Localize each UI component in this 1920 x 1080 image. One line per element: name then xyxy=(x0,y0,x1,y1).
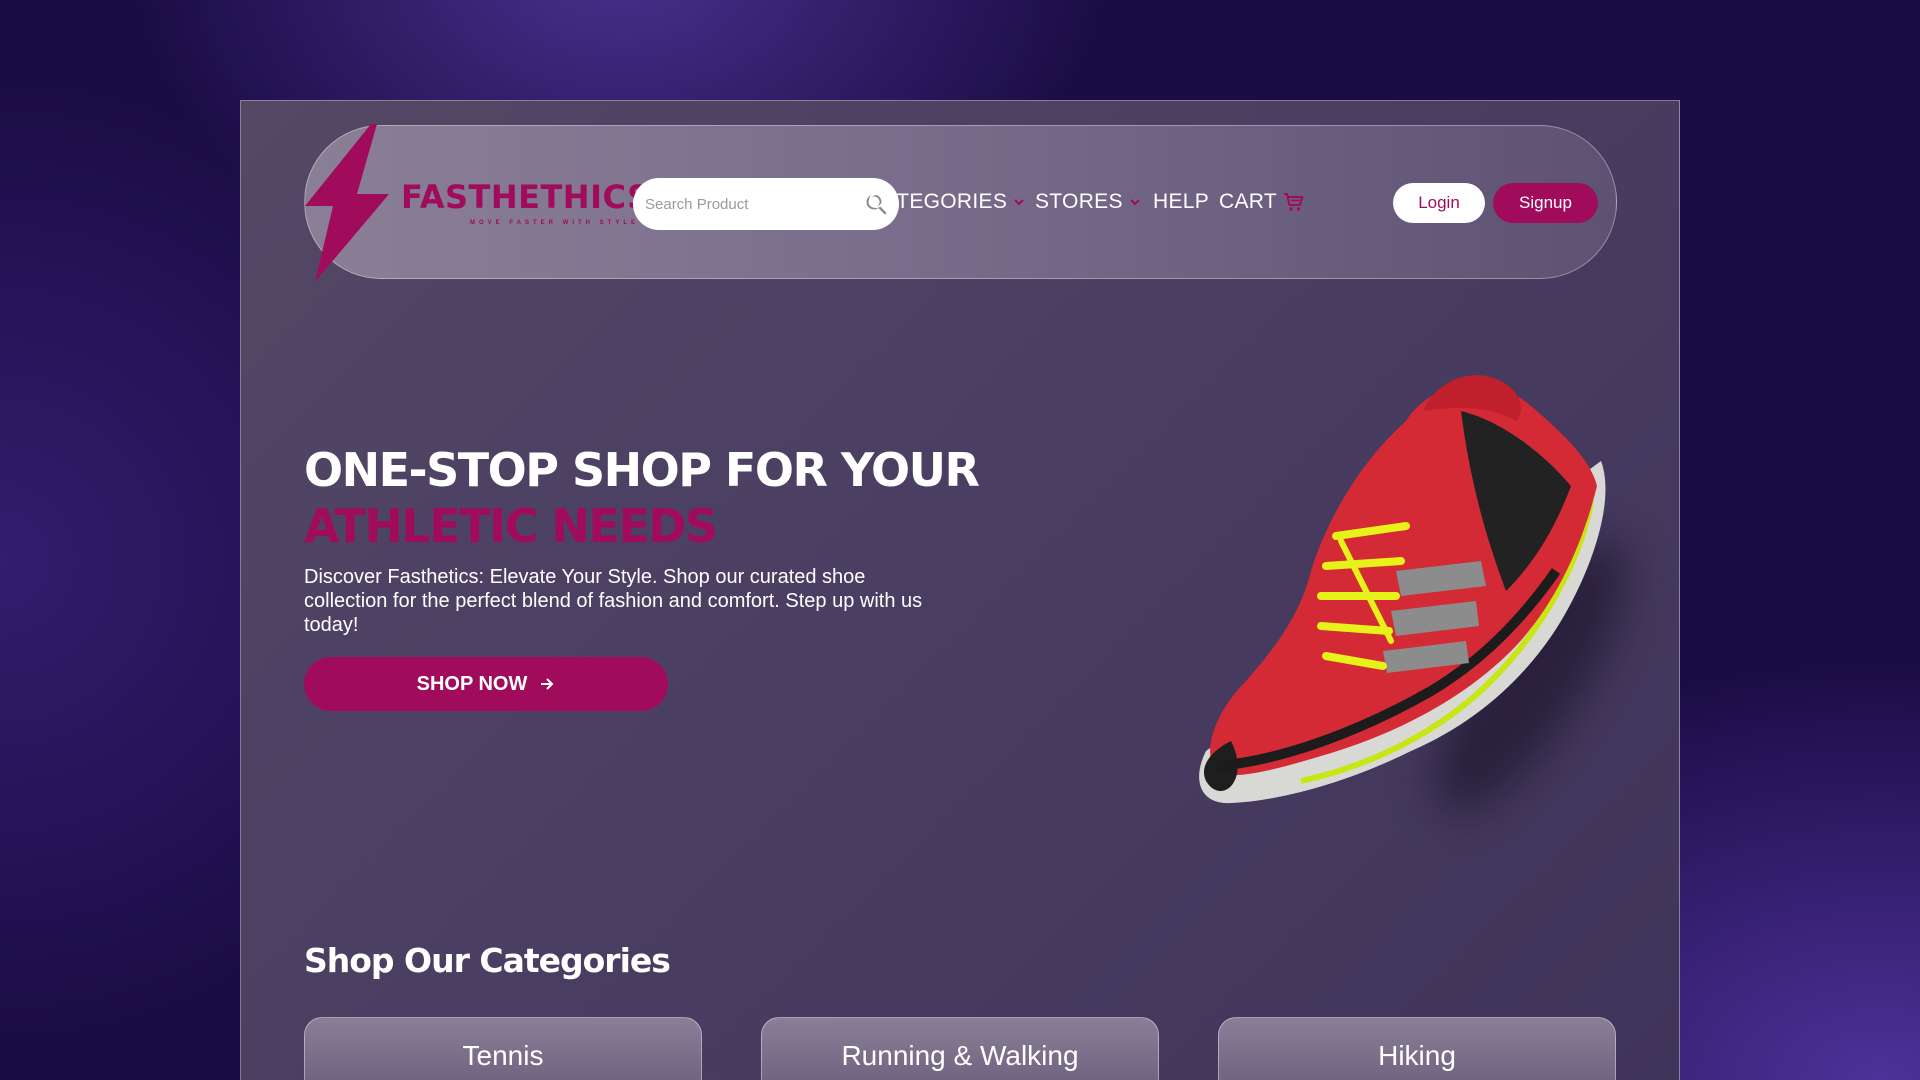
category-card-hiking[interactable]: Hiking xyxy=(1218,1017,1616,1080)
nav-help-label: HELP xyxy=(1153,190,1210,213)
category-card-label: Running & Walking xyxy=(841,1040,1079,1071)
category-card-label: Hiking xyxy=(1378,1040,1456,1071)
lightning-bolt-logo-icon[interactable] xyxy=(305,124,389,282)
chevron-down-icon xyxy=(1130,199,1140,206)
signup-button[interactable]: Signup xyxy=(1493,183,1598,223)
running-shoe-image xyxy=(1199,375,1606,804)
category-card-label: Tennis xyxy=(462,1040,544,1071)
brand-tagline: MOVE FASTER WITH STYLE xyxy=(470,220,640,226)
page-frame: FASTHETHICS MOVE FASTER WITH STYLE CATEG… xyxy=(240,100,1680,1080)
categories-section-title: Shop Our Categories xyxy=(304,941,671,980)
nav-categories[interactable]: CATEGORIES xyxy=(868,190,1025,214)
nav-categories-label: CATEGORIES xyxy=(868,190,1008,213)
nav-help[interactable]: HELP xyxy=(1153,190,1209,214)
nav-stores[interactable]: STORES xyxy=(1035,190,1141,214)
nav-cart-label: CART xyxy=(1219,190,1277,213)
hero-title-line2: ATHLETIC NEEDS xyxy=(304,499,718,553)
arrow-right-icon xyxy=(541,678,554,690)
brand-name[interactable]: FASTHETHICS xyxy=(401,178,651,216)
cart-icon xyxy=(1284,193,1304,211)
nav-cart[interactable]: CART xyxy=(1219,190,1305,214)
chevron-down-icon xyxy=(1014,199,1024,206)
hero-title-line1: ONE-STOP SHOP FOR YOUR xyxy=(304,443,980,497)
shop-now-label: SHOP NOW xyxy=(416,672,528,695)
search-input[interactable] xyxy=(645,178,855,230)
category-card-tennis[interactable]: Tennis xyxy=(304,1017,702,1080)
shop-now-button[interactable]: SHOP NOW xyxy=(304,657,668,711)
hero-description: Discover Fasthetics: Elevate Your Style.… xyxy=(304,566,923,636)
login-button[interactable]: Login xyxy=(1393,183,1485,223)
navbar: FASTHETHICS MOVE FASTER WITH STYLE CATEG… xyxy=(304,124,1617,282)
nav-stores-label: STORES xyxy=(1035,190,1123,213)
search-bar xyxy=(633,178,899,230)
category-card-running-walking[interactable]: Running & Walking xyxy=(761,1017,1159,1080)
